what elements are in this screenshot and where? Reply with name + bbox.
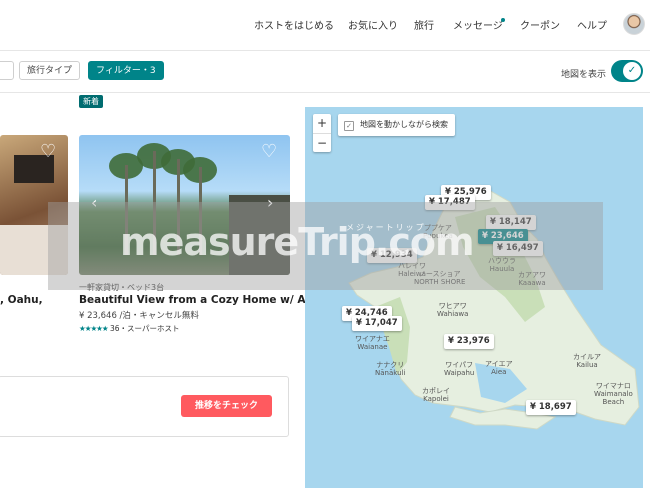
- price-pin[interactable]: ¥ 18,697: [526, 400, 576, 415]
- place-aiea: アイエア Aiea: [485, 360, 513, 376]
- checkbox-icon[interactable]: ✓: [344, 121, 354, 131]
- price-pin[interactable]: ¥ 17,047: [352, 316, 402, 331]
- heart-outline-icon[interactable]: ♡: [261, 143, 277, 161]
- place-wahiawa: ワヒアワ Wahiawa: [437, 302, 469, 318]
- nav-favorites[interactable]: お気に入り: [348, 17, 398, 32]
- zoom-in-button[interactable]: +: [313, 114, 331, 133]
- map-toggle[interactable]: ✓: [611, 60, 643, 82]
- map-toggle-label: 地図を表示: [561, 70, 607, 80]
- star-rating-icon: ★★★★★: [79, 324, 109, 333]
- zoom-controls: + −: [313, 114, 331, 152]
- price-trend-panel: 推移をチェック: [0, 376, 289, 437]
- place-kailua: カイルア Kailua: [573, 353, 601, 369]
- nav-trips[interactable]: 旅行: [414, 17, 434, 32]
- filter-more-active[interactable]: フィルター・3: [88, 61, 164, 80]
- watermark-sub: メジャートリップ: [346, 223, 426, 232]
- nav-help[interactable]: ヘルプ: [577, 17, 607, 32]
- nav-messages[interactable]: メッセージ: [453, 17, 503, 32]
- rating-count: 36・スーパーホスト: [110, 324, 180, 333]
- map[interactable]: + − ✓ 地図を動かしながら検索 ププケア Pupukea ハレイワ Haleiwa…: [305, 107, 643, 488]
- check-trend-button[interactable]: 推移をチェック: [181, 395, 272, 417]
- check-icon: ✓: [623, 62, 641, 80]
- search-while-moving-label: 地図を動かしながら検索: [360, 120, 448, 129]
- filter-trip-type[interactable]: 旅行タイプ: [19, 61, 81, 80]
- heart-outline-icon[interactable]: ♡: [40, 143, 56, 161]
- avatar[interactable]: [623, 13, 645, 35]
- unread-dot-icon: [501, 18, 505, 22]
- filter-bar: 旅行タイプ フィルター・3 地図を表示 ✓: [0, 51, 650, 93]
- oahu-island-shape: [348, 184, 640, 430]
- nav-coupons[interactable]: クーポン: [520, 17, 560, 32]
- zoom-out-button[interactable]: −: [313, 133, 331, 153]
- filter-chip-partial[interactable]: [0, 61, 14, 80]
- price-pin[interactable]: ¥ 23,976: [444, 334, 494, 349]
- listing-title[interactable]: Beautiful View from a Cozy Home w/ A/C: [79, 294, 317, 306]
- new-badge: 新着: [79, 95, 103, 108]
- place-nanakuli: ナナクリ Nānākuli: [375, 361, 406, 377]
- listing-price: ¥ 23,646 /泊・キャンセル無料: [79, 311, 199, 321]
- nav-host[interactable]: ホストをはじめる: [254, 17, 334, 32]
- place-kapolei: カポレイ Kapolei: [422, 387, 450, 403]
- place-waipahu: ワイパフ Waipahu: [444, 361, 475, 377]
- listing-rating: ★★★★★ 36・スーパーホスト: [79, 323, 179, 334]
- top-nav: ホストをはじめる お気に入り 旅行 メッセージ クーポン ヘルプ: [0, 0, 650, 51]
- place-waimanalo: ワイマナロ Waimanalo Beach: [594, 382, 633, 406]
- place-waianae: ワイアナエ Waianae: [355, 335, 390, 351]
- listing-title-partial[interactable]: , Oahu,: [0, 294, 43, 306]
- search-while-moving[interactable]: ✓ 地図を動かしながら検索: [338, 114, 455, 136]
